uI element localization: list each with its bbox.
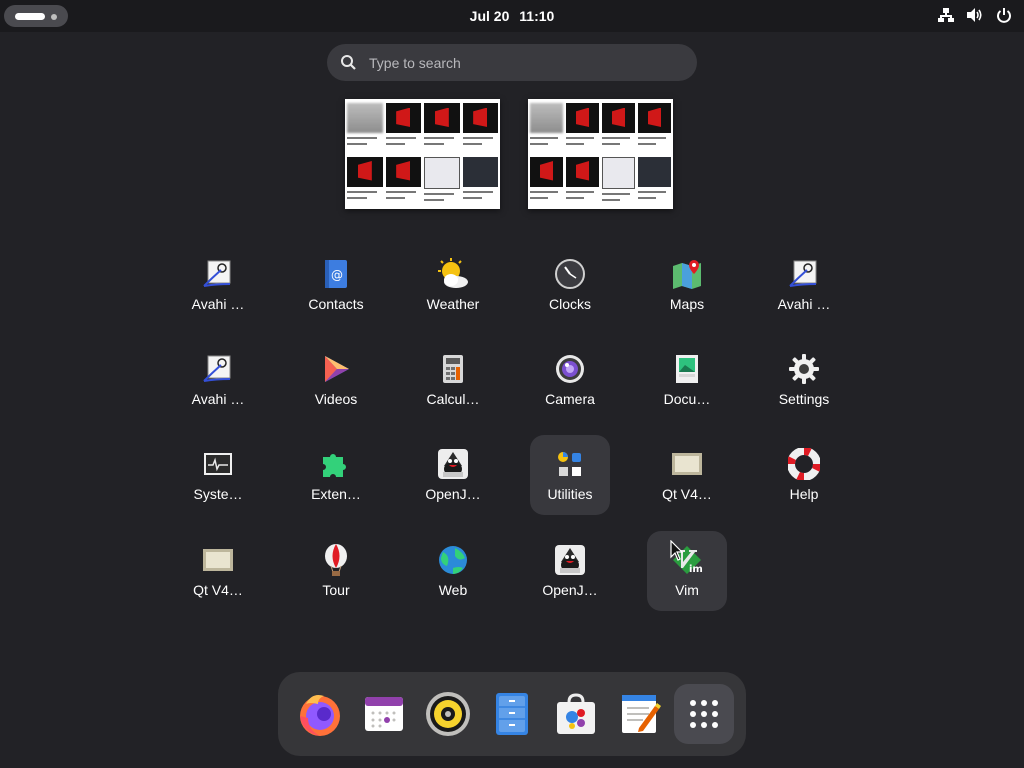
dash-dock bbox=[278, 672, 746, 756]
app-label: Qt V4… bbox=[193, 582, 243, 598]
search-input[interactable] bbox=[367, 52, 671, 74]
network-wired-icon bbox=[938, 8, 954, 22]
dock-item-calendar[interactable] bbox=[354, 684, 414, 744]
app-label: Calcul… bbox=[426, 391, 480, 407]
app-label: Vim bbox=[675, 582, 699, 598]
clock-button[interactable]: Jul 20 11:10 bbox=[0, 8, 1024, 24]
svg-text:im: im bbox=[689, 564, 703, 575]
app-avahi-2[interactable]: Avahi … bbox=[764, 250, 844, 330]
app-extensions[interactable]: Exten… bbox=[296, 440, 376, 520]
search-icon bbox=[341, 55, 356, 70]
settings-gear-icon bbox=[788, 353, 820, 385]
app-label: Utilities bbox=[547, 486, 593, 502]
app-label: Camera bbox=[545, 391, 595, 407]
app-openjdk-1[interactable]: OpenJ… bbox=[413, 440, 493, 520]
avahi-icon bbox=[202, 258, 234, 290]
camera-icon bbox=[554, 353, 586, 385]
clocks-icon bbox=[554, 258, 586, 290]
avahi-icon bbox=[202, 353, 234, 385]
app-label: Videos bbox=[314, 391, 358, 407]
app-qt-v4l2-2[interactable]: Qt V4… bbox=[178, 536, 258, 616]
app-label: Avahi … bbox=[191, 296, 245, 312]
rhythmbox-icon bbox=[426, 692, 470, 736]
app-label: Avahi … bbox=[191, 391, 245, 407]
volume-icon bbox=[967, 8, 982, 22]
files-icon bbox=[496, 693, 528, 735]
text-editor-icon bbox=[622, 695, 661, 733]
document-viewer-icon bbox=[671, 353, 703, 385]
app-openjdk-2[interactable]: OpenJ… bbox=[530, 536, 610, 616]
app-camera[interactable]: Camera bbox=[530, 345, 610, 425]
top-bar: Jul 20 11:10 bbox=[0, 0, 1024, 32]
app-settings[interactable]: Settings bbox=[764, 345, 844, 425]
avahi-icon bbox=[788, 258, 820, 290]
app-calculator[interactable]: Calcul… bbox=[413, 345, 493, 425]
app-utilities-folder[interactable]: Utilities bbox=[530, 435, 610, 515]
qt-v4l2-icon bbox=[671, 448, 703, 480]
app-label: Clocks bbox=[548, 296, 591, 312]
workspace-thumbnail-2[interactable] bbox=[528, 99, 673, 209]
app-qt-v4l2-1[interactable]: Qt V4… bbox=[647, 440, 727, 520]
web-browser-icon bbox=[437, 544, 469, 576]
app-videos[interactable]: Videos bbox=[296, 345, 376, 425]
firefox-icon bbox=[300, 695, 340, 736]
tour-balloon-icon bbox=[320, 544, 352, 576]
app-label: Syste… bbox=[193, 486, 243, 502]
app-document-viewer[interactable]: Docu… bbox=[647, 345, 727, 425]
calculator-icon bbox=[437, 353, 469, 385]
search-bar[interactable] bbox=[327, 44, 697, 81]
app-contacts[interactable]: @ Contacts bbox=[296, 250, 376, 330]
app-label: Tour bbox=[322, 582, 350, 598]
app-label: OpenJ… bbox=[542, 582, 598, 598]
app-label: Exten… bbox=[311, 486, 361, 502]
app-label: Avahi … bbox=[777, 296, 831, 312]
clock-time: 11:10 bbox=[519, 8, 555, 24]
maps-icon bbox=[671, 258, 703, 290]
app-system-monitor[interactable]: Syste… bbox=[178, 440, 258, 520]
app-label: Settings bbox=[778, 391, 830, 407]
openjdk-icon bbox=[554, 544, 586, 576]
show-apps-grid-icon bbox=[690, 700, 718, 728]
app-weather[interactable]: Weather bbox=[413, 250, 493, 330]
help-lifebuoy-icon bbox=[788, 448, 820, 480]
extensions-puzzle-icon bbox=[320, 448, 352, 480]
app-label: Qt V4… bbox=[662, 486, 712, 502]
app-avahi-3[interactable]: Avahi … bbox=[178, 345, 258, 425]
app-clocks[interactable]: Clocks bbox=[530, 250, 610, 330]
contacts-icon: @ bbox=[320, 258, 352, 290]
software-icon bbox=[557, 693, 595, 734]
svg-text:@: @ bbox=[331, 268, 343, 282]
app-label: Web bbox=[438, 582, 468, 598]
dock-item-firefox[interactable] bbox=[290, 684, 350, 744]
weather-icon bbox=[437, 258, 469, 290]
app-label: OpenJ… bbox=[425, 486, 481, 502]
calendar-icon bbox=[365, 697, 403, 731]
app-maps[interactable]: Maps bbox=[647, 250, 727, 330]
app-tour[interactable]: Tour bbox=[296, 536, 376, 616]
videos-icon bbox=[320, 353, 352, 385]
system-tray[interactable] bbox=[938, 7, 1012, 23]
dock-item-rhythmbox[interactable] bbox=[418, 684, 478, 744]
app-help[interactable]: Help bbox=[764, 440, 844, 520]
app-label: Contacts bbox=[308, 296, 364, 312]
app-label: Docu… bbox=[663, 391, 711, 407]
openjdk-icon bbox=[437, 448, 469, 480]
power-icon bbox=[997, 8, 1011, 23]
app-label: Weather bbox=[426, 296, 480, 312]
workspace-thumbnail-1[interactable] bbox=[345, 99, 500, 209]
system-monitor-icon bbox=[202, 448, 234, 480]
dock-item-show-apps[interactable] bbox=[674, 684, 734, 744]
app-vim[interactable]: im Vim bbox=[647, 531, 727, 611]
dock-item-files[interactable] bbox=[482, 684, 542, 744]
dock-item-text-editor[interactable] bbox=[610, 684, 670, 744]
utilities-folder-icon bbox=[554, 448, 586, 480]
mouse-cursor-icon bbox=[670, 540, 684, 561]
app-avahi-1[interactable]: Avahi … bbox=[178, 250, 258, 330]
dock-item-software[interactable] bbox=[546, 684, 606, 744]
app-label: Maps bbox=[669, 296, 705, 312]
clock-date: Jul 20 bbox=[469, 8, 510, 24]
qt-v4l2-icon bbox=[202, 544, 234, 576]
app-web[interactable]: Web bbox=[413, 536, 493, 616]
app-label: Help bbox=[789, 486, 819, 502]
